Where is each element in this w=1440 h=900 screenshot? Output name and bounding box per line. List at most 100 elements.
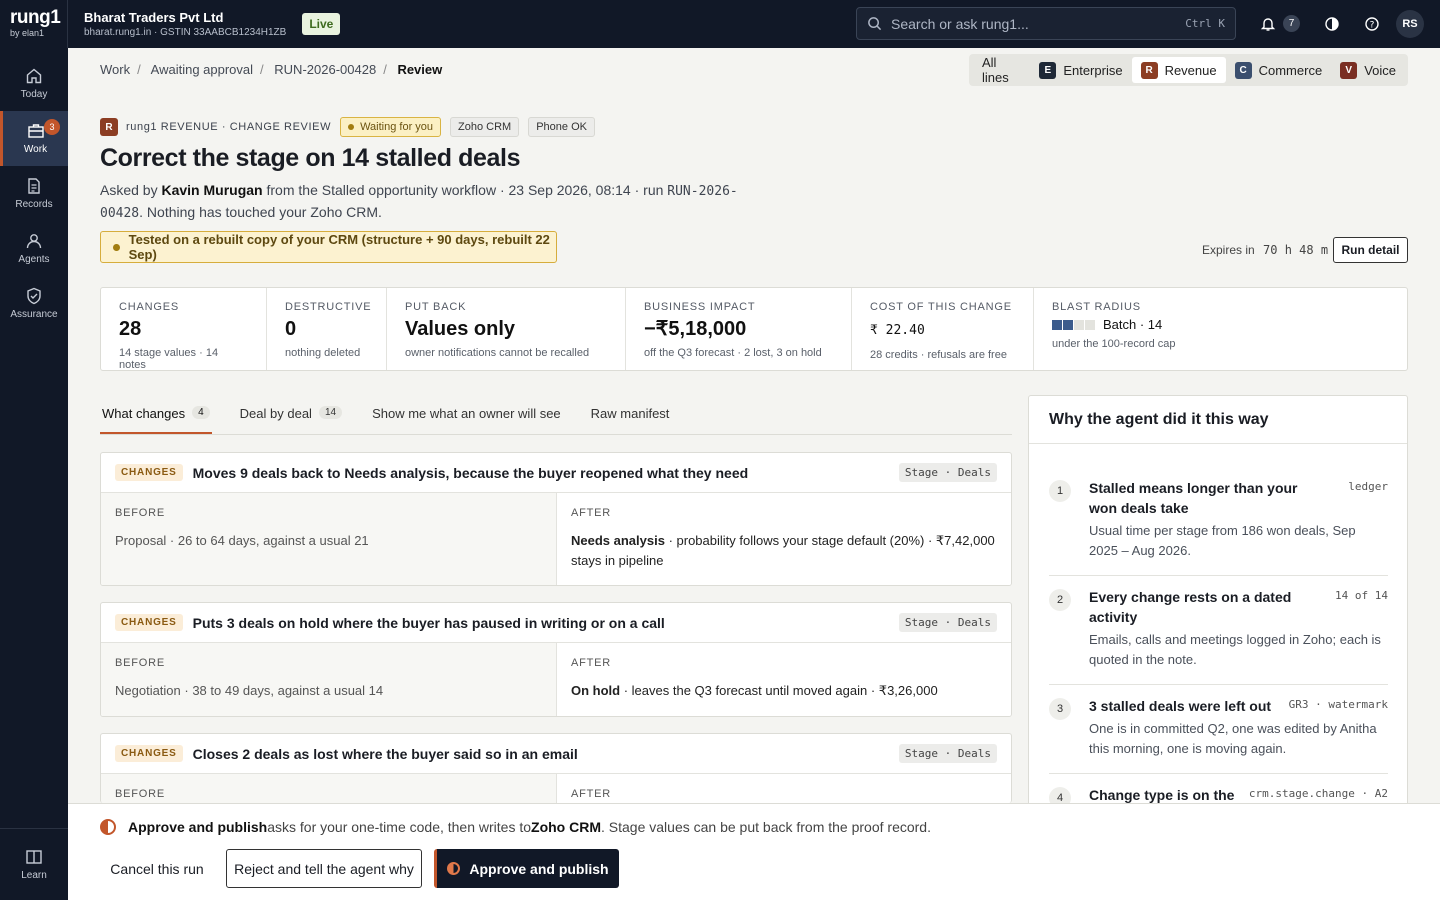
status-pill-waiting: Waiting for you — [340, 117, 442, 137]
help-icon[interactable]: ? — [1362, 14, 1382, 34]
meta-text: . Nothing has touched your Zoho CRM. — [139, 204, 382, 220]
bell-icon[interactable] — [1258, 14, 1278, 34]
tab-deal-by-deal[interactable]: Deal by deal 14 — [238, 398, 344, 434]
reason-tag[interactable]: crm.stage.change · A2 — [1249, 787, 1388, 800]
sidebar-item-assurance[interactable]: Assurance — [0, 276, 68, 331]
after-label: AFTER — [571, 507, 612, 519]
change-tag: CHANGES — [115, 464, 183, 481]
after-text: · leaves the Q3 forecast until moved aga… — [620, 683, 938, 698]
stats-strip: CHANGES 28 14 stage values · 14 notes DE… — [100, 287, 1408, 371]
tab-label: Show me what an owner will see — [372, 406, 561, 421]
change-card[interactable]: CHANGES Closes 2 deals as lost where the… — [100, 733, 1012, 803]
live-badge: Live — [302, 13, 341, 35]
pill-zoho-crm: Zoho CRM — [450, 117, 520, 137]
approve-publish-button[interactable]: Approve and publish — [434, 849, 619, 888]
after-column: AFTER On hold · leaves the Q3 forecast u… — [556, 643, 1011, 716]
breadcrumb-run[interactable]: RUN-2026-00428 — [274, 62, 376, 77]
expires-label: Expires in — [1202, 243, 1255, 257]
stat-key: PUT BACK — [405, 301, 467, 313]
user-avatar[interactable]: RS — [1396, 10, 1424, 38]
org-switcher[interactable]: Bharat Traders Pvt Ltd bharat.rung1.in ·… — [68, 10, 286, 39]
revenue-letter-badge: R — [100, 118, 118, 136]
search-placeholder: Search or ask rung1... — [891, 15, 1029, 32]
reason-number: 1 — [1049, 480, 1071, 502]
breadcrumb-work[interactable]: Work — [100, 62, 130, 77]
reason-tag[interactable]: ledger — [1348, 480, 1388, 493]
stat-cost: COST OF THIS CHANGE ₹ 22.40 28 credits ·… — [852, 288, 1034, 370]
reason-tag[interactable]: 14 of 14 — [1335, 589, 1388, 602]
approval-message: Approve and publish asks for your one-ti… — [100, 819, 931, 835]
search-input[interactable]: Search or ask rung1... Ctrl K — [856, 7, 1236, 40]
approval-footer: Approve and publish asks for your one-ti… — [68, 803, 1440, 900]
sidebar-item-today[interactable]: Today — [0, 56, 68, 111]
sidebar-item-label: Agents — [18, 254, 50, 265]
blast-block — [1085, 319, 1095, 330]
tab-what-changes[interactable]: What changes 4 — [100, 398, 212, 434]
filter-commerce[interactable]: C Commerce — [1226, 57, 1332, 83]
reason-item: 3 3 stalled deals were left out One is i… — [1049, 696, 1388, 774]
stat-sub: owner notifications cannot be recalled — [405, 347, 590, 359]
change-tag: CHANGES — [115, 745, 183, 762]
tab-owner-view[interactable]: Show me what an owner will see — [370, 398, 563, 434]
reason-number: 2 — [1049, 589, 1071, 611]
filter-label: Enterprise — [1063, 62, 1123, 78]
change-stage-tag: Stage · Deals — [898, 744, 997, 763]
filter-revenue[interactable]: R Revenue — [1131, 57, 1226, 83]
reason-item: 1 Stalled means longer than your won dea… — [1049, 478, 1388, 576]
stat-key: CHANGES — [119, 301, 179, 313]
change-card[interactable]: CHANGES Puts 3 deals on hold where the b… — [100, 602, 1012, 717]
sidebar-item-work[interactable]: Work 3 — [0, 111, 68, 166]
filter-letter: V — [1340, 61, 1358, 79]
filter-label: Revenue — [1164, 62, 1217, 78]
stat-business-impact: BUSINESS IMPACT −₹5,18,000 off the Q3 fo… — [626, 288, 852, 370]
change-card[interactable]: CHANGES Moves 9 deals back to Needs anal… — [100, 452, 1012, 586]
review-tabs: What changes 4 Deal by deal 14 Show me wha… — [100, 398, 1012, 435]
message-bold: Zoho CRM — [531, 819, 602, 835]
reason-title: 3 stalled deals were left out — [1089, 698, 1272, 714]
reason-title: Every change rests on a dated activity — [1089, 589, 1292, 625]
before-text: Negotiation · 38 to 49 days, against a u… — [115, 683, 384, 698]
reason-item: 2 Every change rests on a dated activity… — [1049, 587, 1388, 685]
stat-sub: 28 credits · refusals are free — [870, 349, 1007, 361]
stat-changes: CHANGES 28 14 stage values · 14 notes — [101, 288, 267, 371]
change-title: Moves 9 deals back to Needs analysis, be… — [192, 464, 749, 481]
notification-count: 7 — [1283, 15, 1300, 32]
briefcase-icon — [27, 124, 44, 138]
expires-value: 70 h 48 m — [1263, 243, 1329, 257]
reject-button[interactable]: Reject and tell the agent why — [226, 849, 422, 888]
message-bold: Approve and publish — [128, 819, 268, 835]
breadcrumb-current: Review — [397, 62, 443, 77]
filter-all-lines[interactable]: All lines — [972, 55, 1030, 85]
breadcrumb-awaiting[interactable]: Awaiting approval — [151, 62, 253, 77]
sidebar-item-agents[interactable]: Agents — [0, 221, 68, 276]
half-circle-icon — [447, 862, 461, 875]
change-stage-tag: Stage · Deals — [898, 613, 997, 632]
stat-blast-radius: BLAST RADIUS Batch · 14 under the 100-re… — [1034, 288, 1407, 370]
tab-label: Raw manifest — [590, 406, 670, 421]
tab-raw-manifest[interactable]: Raw manifest — [589, 398, 672, 434]
contrast-icon[interactable] — [1322, 14, 1342, 34]
before-column: BEFORE Negotiation · 38 to 49 days, agai… — [101, 643, 556, 716]
brand-by: by elan1 — [10, 28, 45, 38]
sidebar-item-records[interactable]: Records — [0, 166, 68, 221]
change-header: CHANGES Puts 3 deals on hold where the b… — [101, 603, 1011, 643]
blast-radius-meter: Batch · 14 — [1052, 317, 1389, 332]
filter-voice[interactable]: V Voice — [1331, 57, 1405, 83]
filter-enterprise[interactable]: E Enterprise — [1030, 57, 1131, 83]
brand-logo[interactable]: rung1 by elan1 — [0, 0, 68, 48]
stat-key: DESTRUCTIVE — [285, 301, 372, 313]
stat-sub: nothing deleted — [285, 347, 361, 359]
run-detail-button[interactable]: Run detail — [1333, 237, 1408, 263]
blast-block — [1063, 319, 1073, 330]
meta-text: Asked by — [100, 182, 162, 198]
stat-sub: 14 stage values · 14 notes — [119, 347, 219, 371]
cancel-run-button[interactable]: Cancel this run — [102, 849, 212, 888]
asker-name[interactable]: Kavin Murugan — [161, 182, 262, 198]
tested-notice: Tested on a rebuilt copy of your CRM (st… — [100, 231, 557, 263]
stat-key: COST OF THIS CHANGE — [870, 301, 1012, 313]
sidebar-item-learn[interactable]: Learn — [0, 828, 68, 900]
stat-key: BUSINESS IMPACT — [644, 301, 756, 313]
sidebar-item-label: Assurance — [10, 309, 58, 320]
reason-tag[interactable]: GR3 · watermark — [1289, 698, 1388, 711]
stat-value: ₹ 22.40 — [870, 323, 925, 338]
